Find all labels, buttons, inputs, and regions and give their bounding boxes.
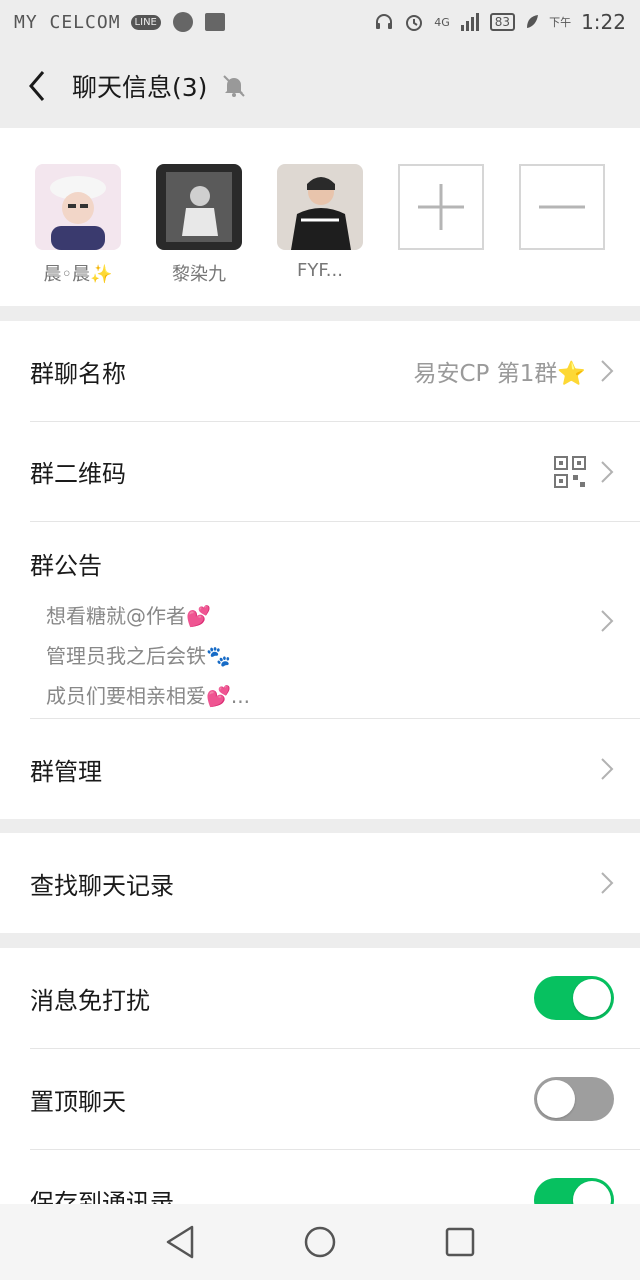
pin-row: 置顶聊天 [0,1049,640,1149]
member-name: FYF... [297,260,343,281]
square-recents-icon [445,1227,475,1257]
member-name: 晨◦晨✨ [43,264,113,285]
notice-line: 成员们要相亲相爱💕... [46,684,250,708]
group-name-value: 易安CP 第1群⭐ [413,361,586,387]
time-period: 下午 [549,16,572,29]
group-settings-section: 群聊名称 易安CP 第1群⭐ 群二维码 群公告 想看糖就@作者💕 管理员我之后会… [0,321,640,819]
bell-muted-icon [223,75,246,97]
page-title: 聊天信息(3) [72,73,208,102]
toggle-knob [537,1080,575,1118]
search-history-row[interactable]: 查找聊天记录 [0,833,640,933]
chevron-right-icon [601,460,614,483]
chevron-right-icon [601,872,614,894]
network-type: 4G [434,15,450,29]
add-member-button[interactable] [398,164,484,250]
alarm-icon [406,15,423,31]
chevron-right-icon [601,610,614,632]
notice-line: 想看糖就@作者💕 [46,604,211,628]
avatar[interactable] [35,164,121,250]
app-notification-icon [172,12,193,32]
member-item[interactable]: FYF... [277,164,363,281]
avatar[interactable] [156,164,242,250]
nav-recents-button[interactable] [440,1222,480,1262]
row-label: 保存到通讯录 [30,1188,174,1205]
mute-row: 消息免打扰 [0,948,640,1048]
avatar[interactable] [277,164,363,250]
group-name-row[interactable]: 群聊名称 易安CP 第1群⭐ [0,321,640,421]
remove-member-button[interactable] [519,164,605,250]
line-app-icon: LINE [130,14,161,30]
image-icon [204,13,225,31]
system-nav-bar [0,1204,640,1280]
group-qr-row[interactable]: 群二维码 [0,422,640,521]
plus-icon [418,184,464,230]
headphones-icon [376,14,393,29]
save-contacts-toggle[interactable] [534,1178,614,1204]
clock: 1:22 [581,10,626,34]
row-label: 置顶聊天 [30,1087,126,1116]
minus-icon [539,205,585,209]
toggle-knob [573,979,611,1017]
chevron-right-icon [601,360,614,382]
save-contacts-row: 保存到通讯录 [0,1150,640,1204]
member-grid: 晨◦晨✨ 黎染九 FYF... [0,128,640,306]
nav-back-button[interactable] [160,1222,200,1262]
qr-code-icon [554,455,586,488]
row-label: 消息免打扰 [30,986,150,1015]
group-notice-text: 想看糖就@作者💕 管理员我之后会铁🐾 成员们要相亲相爱💕... [46,596,250,716]
notice-line: 管理员我之后会铁🐾 [46,644,231,668]
toggle-knob [573,1181,611,1204]
member-item[interactable]: 黎染九 [156,164,242,286]
title-bar: 聊天信息(3) [0,44,640,128]
pin-toggle[interactable] [534,1077,614,1121]
row-label: 群公告 [30,552,102,580]
signal-icon [460,13,479,31]
leaf-icon [527,15,539,28]
member-name: 黎染九 [172,264,226,285]
battery-level: 83 [489,13,516,31]
carrier-name: MY CELCOM [14,11,121,33]
member-item[interactable]: 晨◦晨✨ [35,164,121,286]
group-notice-row[interactable]: 群公告 想看糖就@作者💕 管理员我之后会铁🐾 成员们要相亲相爱💕... [0,522,640,718]
triangle-back-icon [166,1225,194,1259]
row-label: 查找聊天记录 [30,871,174,900]
toggle-section: 消息免打扰 置顶聊天 保存到通讯录 [0,948,640,1204]
mute-toggle[interactable] [534,976,614,1020]
row-label: 群二维码 [30,460,126,488]
status-bar: MY CELCOM LINE 4G 83 下午 1:22 [0,0,640,44]
group-manage-row[interactable]: 群管理 [0,719,640,819]
chevron-right-icon [601,758,614,780]
search-section: 查找聊天记录 [0,833,640,933]
back-button[interactable] [22,66,52,106]
row-label: 群管理 [30,757,102,786]
circle-home-icon [304,1226,336,1258]
nav-home-button[interactable] [300,1222,340,1262]
row-label: 群聊名称 [30,359,126,388]
chevron-left-icon [29,71,45,101]
